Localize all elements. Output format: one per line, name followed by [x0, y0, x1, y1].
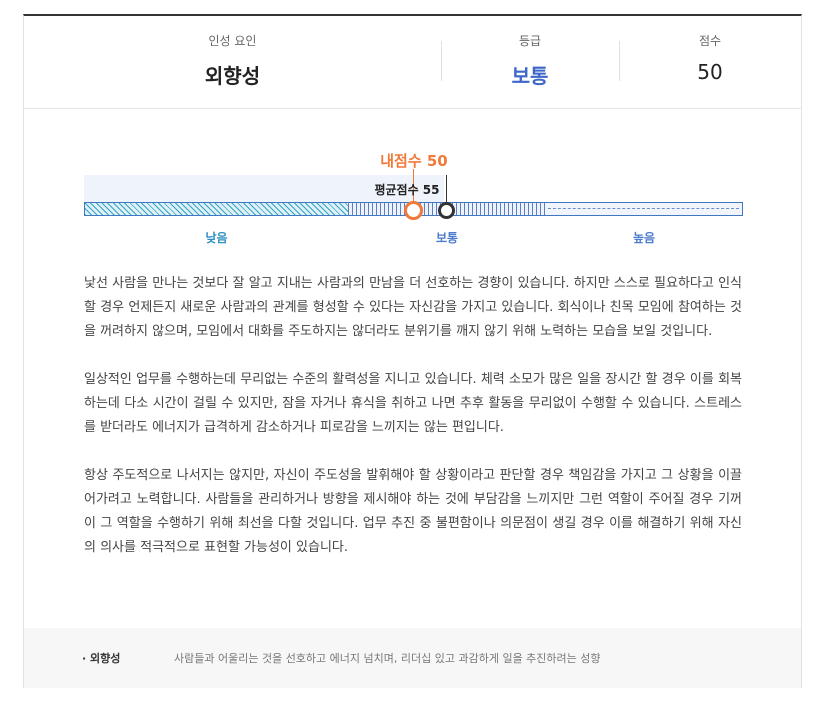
my-score-label: 내점수 50 — [380, 152, 448, 170]
segment-low-bar — [84, 202, 349, 216]
segment-high-label: 높음 — [632, 231, 656, 245]
definition-term: · 외향성 — [82, 652, 121, 665]
grade-cell: 등급 보통 — [441, 16, 619, 108]
description-body: 낯선 사람을 만나는 것보다 잘 알고 지내는 사람과의 만남을 더 선호하는 … — [84, 272, 742, 584]
score-value: 50 — [697, 60, 723, 84]
definition-footer: · 외향성 사람들과 어울리는 것을 선호하고 에너지 넘치며, 리더십 있고 … — [24, 628, 801, 688]
score-cell: 점수 50 — [619, 16, 801, 108]
factor-cell: 인성 요인 외향성 — [24, 16, 441, 108]
grade-label: 등급 — [518, 34, 542, 48]
factor-label: 인성 요인 — [208, 34, 257, 48]
description-paragraph: 낯선 사람을 만나는 것보다 잘 알고 지내는 사람과의 만남을 더 선호하는 … — [84, 276, 742, 339]
avg-score-line — [446, 175, 447, 203]
score-label: 점수 — [698, 34, 722, 48]
my-score-marker — [404, 201, 423, 220]
definition-text: 사람들과 어울리는 것을 선호하고 에너지 넘치며, 리더십 있고 과감하게 일… — [174, 652, 601, 665]
factor-value: 외향성 — [204, 64, 261, 88]
segment-low-label: 낮음 — [205, 231, 228, 245]
segment-mid-label: 보통 — [435, 231, 459, 245]
description-paragraph: 일상적인 업무를 수행하는데 무리없는 수준의 활력성을 지니고 있습니다. 체… — [84, 372, 742, 435]
grade-value: 보통 — [511, 64, 549, 88]
result-card: 인성 요인 외향성 등급 보통 점수 50 내점수 50 평균점수 55 낮음 … — [23, 14, 802, 688]
avg-score-label: 평균점수 55 — [374, 183, 440, 197]
description-paragraph: 항상 주도적으로 나서지는 않지만, 자신이 주도성을 발휘해야 할 상황이라고… — [84, 468, 742, 555]
segment-high-bar — [545, 202, 743, 216]
summary-header: 인성 요인 외향성 등급 보통 점수 50 — [24, 16, 801, 109]
avg-score-marker — [438, 202, 455, 219]
